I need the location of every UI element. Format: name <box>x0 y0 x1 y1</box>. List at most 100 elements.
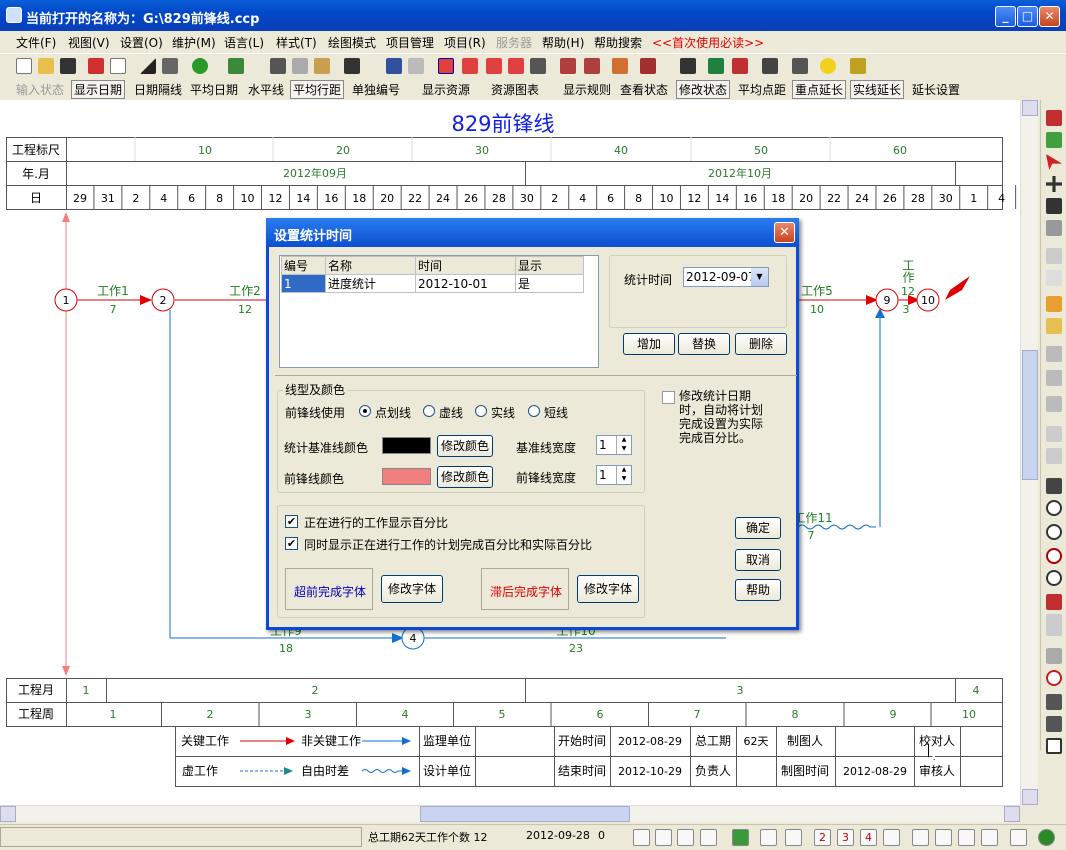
show-rules-button[interactable]: 显示规则 <box>563 81 611 98</box>
average-row-button[interactable]: 平均行距 <box>290 80 345 99</box>
replace-button[interactable]: 替换 <box>678 333 730 355</box>
radio-dash-dot[interactable] <box>359 405 371 417</box>
chart-icon[interactable] <box>612 58 628 74</box>
menu-file[interactable]: 文件(F) <box>16 34 56 51</box>
network-node[interactable]: 9 <box>875 288 899 312</box>
align-left-icon[interactable] <box>912 829 929 846</box>
modify-front-color-button[interactable]: 修改颜色 <box>437 466 493 488</box>
menu-view[interactable]: 视图(V) <box>68 34 110 51</box>
menu-draw-mode[interactable]: 绘图模式 <box>328 34 376 51</box>
col-header-show[interactable]: 显示 <box>515 256 584 275</box>
edit-icon[interactable] <box>732 58 748 74</box>
redo-icon[interactable] <box>408 58 424 74</box>
list-mode-icon[interactable] <box>677 829 694 846</box>
spin-down-icon[interactable]: ▼ <box>616 475 631 484</box>
cell-show[interactable]: 是 <box>515 274 584 293</box>
modify-status-button[interactable]: 修改状态 <box>676 80 731 99</box>
scroll-thumb[interactable] <box>1022 350 1038 480</box>
page-setup-icon[interactable] <box>785 829 802 846</box>
pan-icon[interactable] <box>1046 478 1062 494</box>
modify-base-color-button[interactable]: 修改颜色 <box>437 435 493 457</box>
show-date-button[interactable]: 显示日期 <box>71 80 126 99</box>
frame-icon[interactable] <box>1046 738 1062 754</box>
outline-mode-icon[interactable] <box>700 829 717 846</box>
lock-icon[interactable] <box>850 58 866 74</box>
zoom-fit-icon[interactable] <box>1046 548 1062 564</box>
cell-time[interactable]: 2012-10-01 <box>415 274 516 293</box>
align-center-icon[interactable] <box>935 829 952 846</box>
ok-button[interactable]: 确定 <box>735 517 781 539</box>
network-mode-icon[interactable] <box>633 829 650 846</box>
menu-project-manage[interactable]: 项目管理 <box>386 34 434 51</box>
base-width-stepper[interactable]: 1 ▲ ▼ <box>596 435 632 455</box>
network-node[interactable]: 4 <box>401 626 425 650</box>
copy-icon[interactable] <box>292 58 308 74</box>
network-node[interactable]: 10 <box>916 288 940 312</box>
add-button[interactable]: 增加 <box>623 333 675 355</box>
arrow-icon[interactable] <box>883 829 900 846</box>
radio-dotted[interactable] <box>423 405 435 417</box>
add-node-icon[interactable] <box>1046 110 1062 126</box>
spin-up-icon[interactable]: ▲ <box>616 436 631 445</box>
align-icon[interactable] <box>640 58 656 74</box>
zoom-window-icon[interactable] <box>1046 570 1062 586</box>
layer-up-icon[interactable] <box>1046 346 1062 362</box>
eraser-icon[interactable] <box>1046 220 1062 236</box>
scroll-right-button[interactable] <box>1004 806 1020 822</box>
menu-style[interactable]: 样式(T) <box>276 34 317 51</box>
page-icon[interactable] <box>760 829 777 846</box>
modify-stat-date-checkbox[interactable] <box>662 391 675 404</box>
table-mode-icon[interactable] <box>655 829 672 846</box>
extend-settings-button[interactable]: 延长设置 <box>912 81 960 98</box>
pointer-icon[interactable] <box>1046 154 1062 170</box>
brush-icon[interactable] <box>1046 248 1062 264</box>
show-percent-checkbox[interactable]: ✔ <box>285 515 298 528</box>
clock-icon[interactable] <box>1046 670 1062 686</box>
average-point-button[interactable]: 平均点距 <box>738 81 786 98</box>
move-icon[interactable] <box>1046 176 1062 192</box>
menu-must-read[interactable]: <<首次使用必读>> <box>652 34 764 51</box>
tool-icon[interactable] <box>708 58 724 74</box>
menu-maintain[interactable]: 维护(M) <box>172 34 216 51</box>
scroll-down-button[interactable] <box>1022 789 1038 805</box>
modify-behind-font-button[interactable]: 修改字体 <box>577 575 639 603</box>
chevron-down-icon[interactable]: ▼ <box>751 268 768 286</box>
col-header-name[interactable]: 名称 <box>325 256 416 275</box>
col-header-id[interactable]: 编号 <box>281 256 326 275</box>
cell-id[interactable]: 1 <box>281 274 326 293</box>
fit-icon[interactable] <box>1010 829 1027 846</box>
date-separator-button[interactable]: 日期隔线 <box>134 81 182 98</box>
zoom-out-icon[interactable] <box>1046 524 1062 540</box>
open-icon[interactable] <box>38 58 54 74</box>
indent-icon[interactable] <box>162 58 178 74</box>
grid-icon[interactable] <box>1046 426 1062 442</box>
input-status-button[interactable]: 输入状态 <box>16 81 64 98</box>
stat-list[interactable]: 编号 名称 时间 显示 1 进度统计 2012-10-01 是 <box>279 255 599 368</box>
print-preview-icon[interactable] <box>110 58 126 74</box>
show-both-percent-checkbox[interactable]: ✔ <box>285 537 298 550</box>
spin-down-icon[interactable]: ▼ <box>616 445 631 454</box>
show-resource-button[interactable]: 显示资源 <box>422 81 470 98</box>
swap-icon[interactable] <box>1046 716 1062 732</box>
save-icon[interactable] <box>60 58 76 74</box>
cell-name[interactable]: 进度统计 <box>325 274 416 293</box>
text-icon[interactable] <box>1046 318 1062 334</box>
menu-help[interactable]: 帮助(H) <box>542 34 584 51</box>
zoom-in-icon[interactable] <box>1046 500 1062 516</box>
book-icon[interactable] <box>680 58 696 74</box>
cut-icon[interactable] <box>270 58 286 74</box>
horizontal-scrollbar[interactable] <box>0 805 1020 822</box>
average-date-button[interactable]: 平均日期 <box>190 81 238 98</box>
gantt-view-icon[interactable] <box>462 58 478 74</box>
undo-icon[interactable] <box>386 58 402 74</box>
measure-icon[interactable] <box>1046 198 1062 214</box>
menu-help-search[interactable]: 帮助搜索 <box>594 34 642 51</box>
stat-time-combobox[interactable]: 2012-09-07 ▼ <box>683 267 769 287</box>
resource-chart-button[interactable]: 资源图表 <box>491 81 539 98</box>
node-icon[interactable] <box>560 58 576 74</box>
menu-settings[interactable]: 设置(O) <box>120 34 163 51</box>
radio-solid[interactable] <box>475 405 487 417</box>
vertical-scrollbar[interactable] <box>1020 100 1038 805</box>
scroll-up-button[interactable] <box>1022 100 1038 116</box>
network-view-icon[interactable] <box>438 58 454 74</box>
